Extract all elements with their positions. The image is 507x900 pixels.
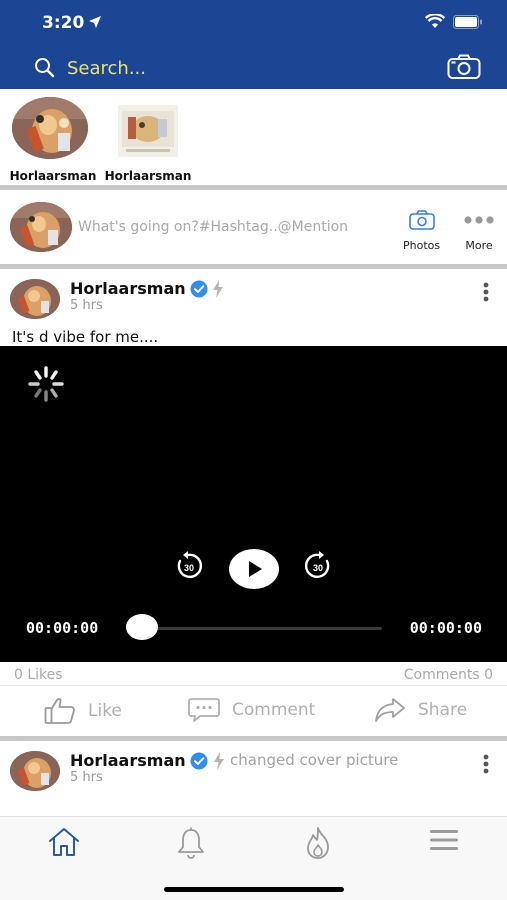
nav-notifications[interactable] [176, 827, 206, 864]
home-icon [49, 828, 79, 856]
rewind-button[interactable]: 30 [174, 551, 204, 586]
comment-button[interactable]: Comment [188, 697, 315, 723]
more-dots-icon [464, 216, 494, 224]
thumbs-up-icon [44, 698, 75, 724]
post-header: Horlaarsman 5 hrs It's d vibe for me.... [0, 270, 507, 346]
section-divider [0, 736, 507, 741]
bell-icon [178, 827, 204, 859]
app-screen: 3:20 Search... Horlaarsman Horlaarsman W… [0, 0, 507, 900]
location-arrow-icon [89, 16, 101, 28]
likes-count[interactable]: 0 Likes [14, 667, 63, 683]
lightning-icon [213, 280, 223, 298]
story-avatar[interactable] [12, 97, 88, 159]
wifi-icon [425, 14, 445, 28]
composer-input[interactable]: What's going on?#Hashtag..@Mention [78, 219, 348, 235]
share-arrow-icon [375, 698, 405, 722]
verified-badge-icon [190, 280, 208, 298]
post-stats: 0 Likes Comments 0 [0, 664, 507, 686]
nav-trending[interactable] [303, 827, 333, 864]
avatar-photo [10, 202, 72, 252]
seek-thumb[interactable] [126, 614, 158, 640]
section-divider [0, 264, 507, 269]
post-composer: What's going on?#Hashtag..@Mention Photo… [0, 190, 507, 264]
forward-seconds: 30 [313, 563, 323, 573]
comment-label: Comment [232, 700, 316, 720]
share-label: Share [418, 700, 468, 720]
photos-label: Photos [403, 239, 441, 252]
loading-spinner-icon [28, 366, 64, 402]
rewind-30-icon: 30 [177, 551, 203, 578]
author-avatar[interactable] [10, 751, 60, 791]
top-header: 3:20 Search... [0, 0, 507, 89]
nav-menu[interactable] [429, 827, 459, 858]
avatar-photo [12, 97, 88, 159]
lightning-icon [214, 752, 224, 770]
status-icons [425, 14, 483, 29]
user-avatar[interactable] [10, 202, 72, 252]
more-button[interactable]: More [463, 210, 495, 252]
photos-button[interactable]: Photos [403, 210, 440, 252]
duration-time: 00:00:00 [409, 619, 482, 637]
play-icon [249, 561, 262, 577]
battery-icon [453, 14, 482, 29]
avatar-photo [10, 279, 60, 319]
verified-badge-icon [190, 752, 208, 770]
camera-icon[interactable] [447, 54, 481, 80]
post-text: It's d vibe for me.... [12, 328, 159, 346]
menu-icon [430, 830, 458, 850]
post-header: Horlaarsman changed cover picture 5 hrs [0, 742, 507, 816]
author-name[interactable]: Horlaarsman [70, 279, 186, 298]
story-photo [118, 105, 178, 157]
home-indicator [164, 887, 344, 892]
share-button[interactable]: Share [374, 697, 467, 723]
search-icon[interactable] [34, 57, 56, 79]
forward-30-icon: 30 [304, 551, 330, 578]
stories-row: Horlaarsman Horlaarsman [0, 89, 507, 185]
author-avatar[interactable] [10, 279, 60, 319]
forward-button[interactable]: 30 [303, 551, 333, 586]
post-actions: Like Comment Share [0, 687, 507, 735]
story-thumbnail[interactable] [118, 105, 178, 157]
rewind-seconds: 30 [184, 563, 194, 573]
post-time: 5 hrs [70, 770, 103, 785]
search-bar[interactable]: Search... [0, 50, 507, 86]
story-label: Horlaarsman [104, 169, 192, 183]
video-player[interactable]: 30 30 00:00:00 00:00:00 [0, 346, 507, 662]
author-name[interactable]: Horlaarsman [70, 751, 186, 770]
current-time: 00:00:00 [26, 619, 99, 637]
nav-home[interactable] [48, 827, 80, 862]
avatar-photo [10, 751, 60, 791]
like-button[interactable]: Like [44, 697, 122, 725]
play-button[interactable] [229, 549, 279, 589]
story-label: Horlaarsman [9, 169, 97, 183]
like-label: Like [88, 701, 122, 721]
more-label: More [465, 239, 493, 252]
more-vertical-icon[interactable] [483, 282, 489, 302]
more-vertical-icon[interactable] [483, 754, 489, 774]
seek-track[interactable] [142, 627, 382, 630]
flame-icon [307, 827, 329, 859]
search-input[interactable]: Search... [67, 58, 407, 79]
status-time: 3:20 [42, 13, 85, 33]
post-time: 5 hrs [70, 298, 103, 313]
comments-count[interactable]: Comments 0 [404, 667, 493, 683]
post-action-text: changed cover picture [230, 751, 399, 769]
bottom-nav [0, 816, 507, 900]
camera-icon [408, 210, 435, 230]
comment-bubble-icon [188, 698, 220, 722]
